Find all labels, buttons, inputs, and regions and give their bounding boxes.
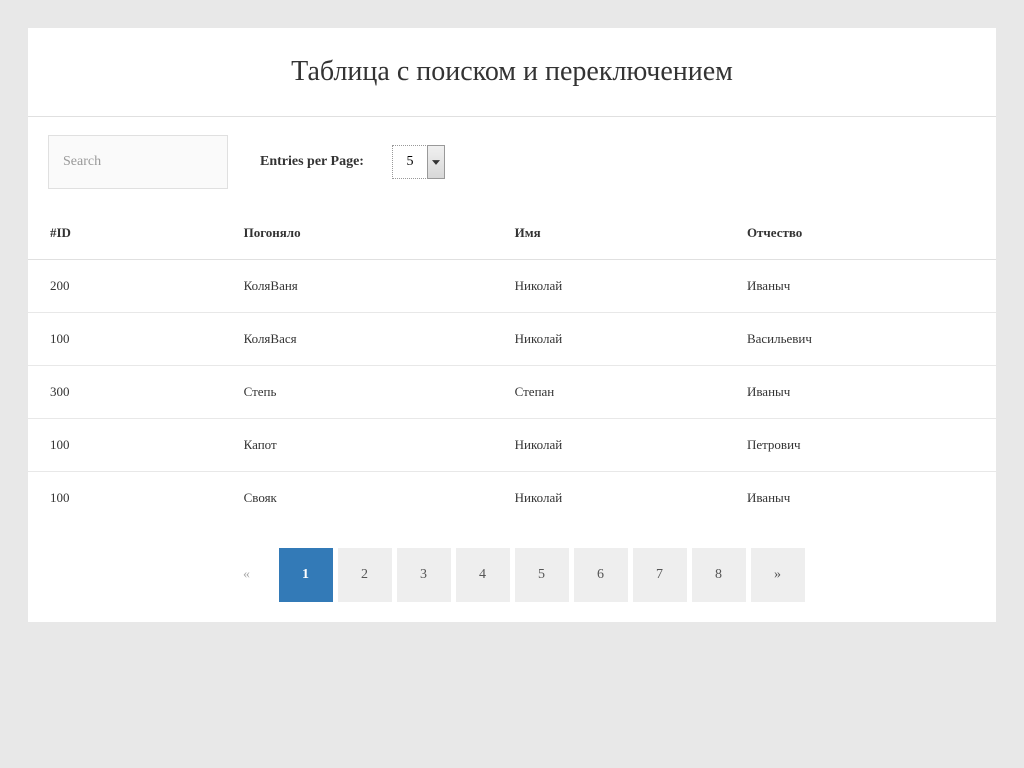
- controls-row: Entries per Page: 5: [28, 117, 996, 207]
- table-row: 100СвоякНиколайИваныч: [28, 472, 996, 525]
- cell-id: 300: [28, 366, 222, 419]
- table-row: 100КапотНиколайПетрович: [28, 419, 996, 472]
- page-2[interactable]: 2: [338, 548, 392, 602]
- header-name[interactable]: Имя: [493, 207, 725, 260]
- chevron-down-icon: [427, 145, 445, 179]
- page-8[interactable]: 8: [692, 548, 746, 602]
- cell-name: Николай: [493, 419, 725, 472]
- cell-name: Николай: [493, 472, 725, 525]
- cell-id: 200: [28, 260, 222, 313]
- cell-patronymic: Васильевич: [725, 313, 996, 366]
- cell-id: 100: [28, 313, 222, 366]
- page-6[interactable]: 6: [574, 548, 628, 602]
- cell-id: 100: [28, 419, 222, 472]
- entries-select-value: 5: [392, 145, 428, 179]
- cell-nickname: КоляВаня: [222, 260, 493, 313]
- main-container: Таблица с поиском и переключением Entrie…: [28, 28, 996, 622]
- cell-name: Николай: [493, 313, 725, 366]
- page-5[interactable]: 5: [515, 548, 569, 602]
- header-id[interactable]: #ID: [28, 207, 222, 260]
- cell-nickname: Степь: [222, 366, 493, 419]
- cell-patronymic: Петрович: [725, 419, 996, 472]
- entries-per-page-label: Entries per Page:: [260, 154, 364, 170]
- page-title: Таблица с поиском и переключением: [28, 56, 996, 88]
- table-row: 200КоляВаняНиколайИваныч: [28, 260, 996, 313]
- page-next[interactable]: »: [751, 548, 805, 602]
- search-input[interactable]: [48, 135, 228, 189]
- cell-name: Степан: [493, 366, 725, 419]
- table-header-row: #ID Погоняло Имя Отчество: [28, 207, 996, 260]
- cell-name: Николай: [493, 260, 725, 313]
- page-4[interactable]: 4: [456, 548, 510, 602]
- title-section: Таблица с поиском и переключением: [28, 28, 996, 117]
- cell-nickname: КоляВася: [222, 313, 493, 366]
- page-prev[interactable]: «: [220, 548, 274, 602]
- page-7[interactable]: 7: [633, 548, 687, 602]
- cell-nickname: Капот: [222, 419, 493, 472]
- pagination: «12345678»: [28, 524, 996, 622]
- cell-id: 100: [28, 472, 222, 525]
- header-patronymic[interactable]: Отчество: [725, 207, 996, 260]
- table-row: 300СтепьСтепанИваныч: [28, 366, 996, 419]
- data-table: #ID Погоняло Имя Отчество 200КоляВаняНик…: [28, 207, 996, 524]
- table-row: 100КоляВасяНиколайВасильевич: [28, 313, 996, 366]
- cell-patronymic: Иваныч: [725, 366, 996, 419]
- header-nickname[interactable]: Погоняло: [222, 207, 493, 260]
- page-1[interactable]: 1: [279, 548, 333, 602]
- cell-patronymic: Иваныч: [725, 260, 996, 313]
- page-3[interactable]: 3: [397, 548, 451, 602]
- cell-nickname: Свояк: [222, 472, 493, 525]
- cell-patronymic: Иваныч: [725, 472, 996, 525]
- entries-per-page-select[interactable]: 5: [392, 145, 445, 179]
